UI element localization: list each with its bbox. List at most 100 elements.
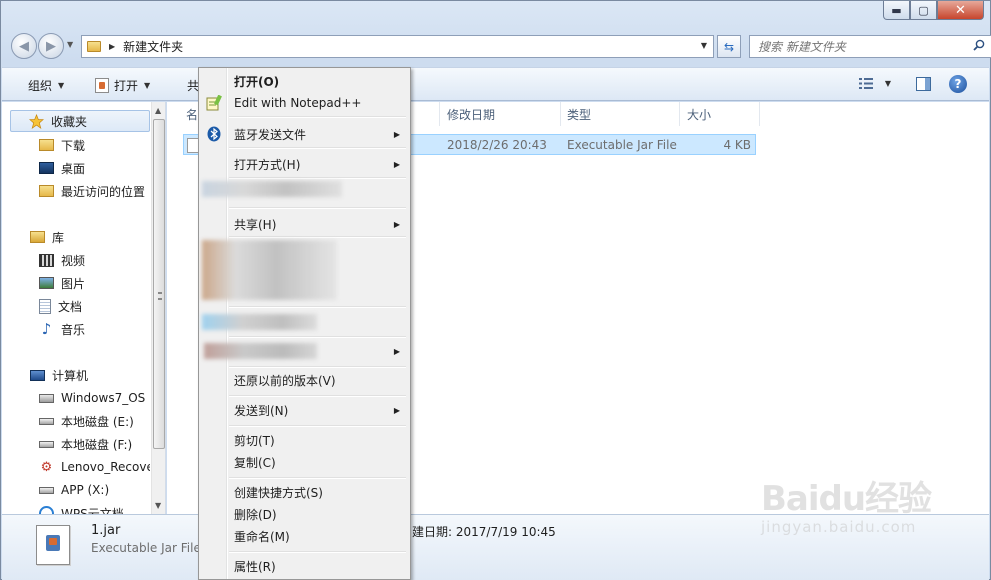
search-input[interactable]: [750, 36, 960, 57]
chevron-down-icon: ▼: [144, 81, 151, 90]
blurred-menu-items: [202, 240, 337, 300]
menu-properties-label: 属性(R): [234, 559, 276, 574]
menu-notepad-label: Edit with Notepad++: [234, 96, 362, 110]
menu-delete-label: 删除(D): [234, 507, 277, 522]
address-dropdown-icon[interactable]: ▼: [701, 41, 707, 50]
organize-button[interactable]: 组织 ▼: [28, 77, 64, 94]
nav-pictures-label: 图片: [61, 276, 86, 291]
menu-cut[interactable]: 剪切(T): [201, 429, 408, 451]
drive-icon: [39, 417, 54, 425]
nav-computer[interactable]: 计算机: [2, 364, 150, 386]
help-icon[interactable]: ?: [949, 75, 967, 93]
menu-send-to[interactable]: 发送到(N) ▶: [201, 399, 408, 421]
jar-icon: [95, 78, 109, 93]
blurred-menu-item: [202, 181, 342, 197]
view-list-icon: [858, 78, 873, 89]
menu-edit-notepad[interactable]: Edit with Notepad++: [201, 92, 408, 114]
menu-delete[interactable]: 删除(D): [201, 503, 408, 525]
drive-icon: [39, 440, 54, 448]
chevron-down-icon: ▼: [884, 79, 891, 88]
menu-open-with[interactable]: 打开方式(H) ▶: [201, 153, 408, 175]
nav-drive-recovery[interactable]: ⚙ Lenovo_Recove: [2, 456, 150, 478]
menu-share-label: 共享(H): [234, 217, 277, 232]
recent-places-icon: [39, 185, 54, 197]
navigation-pane: 收藏夹 下载 桌面 最近访问的位置 库 视频 图片 文档 ♪ 音乐 计算机 Wi…: [2, 102, 166, 514]
address-bar[interactable]: ▶ 新建文件夹 ▼: [81, 35, 714, 58]
nav-documents[interactable]: 文档: [2, 295, 150, 317]
menu-separator: [229, 551, 406, 553]
column-type[interactable]: 类型: [560, 102, 680, 126]
search-box[interactable]: [749, 35, 991, 58]
chevron-right-icon[interactable]: ▶: [109, 42, 115, 51]
column-size[interactable]: 大小: [680, 102, 760, 126]
menu-rename[interactable]: 重命名(M): [201, 525, 408, 547]
menu-separator: [229, 425, 406, 427]
menu-bluetooth-send[interactable]: 蓝牙发送文件 ▶: [201, 123, 408, 145]
menu-blurred-submenu[interactable]: ▶: [201, 340, 408, 362]
nav-libraries[interactable]: 库: [2, 226, 150, 248]
explorer-window: ▬ ▢ ✕ ◀ ▶ ▼ ▶ 新建文件夹 ▼ ⇆ 组织▼ 打开▼ 共 ▼ ?: [0, 0, 991, 580]
menu-separator: [229, 366, 406, 368]
nav-wps-cloud[interactable]: WPS云文档: [2, 502, 150, 514]
menu-separator: [229, 236, 406, 238]
maximize-icon: ▢: [918, 3, 929, 17]
menu-copy[interactable]: 复制(C): [201, 451, 408, 473]
nav-drive-f[interactable]: 本地磁盘 (F:): [2, 433, 150, 455]
nav-drive-c[interactable]: Windows7_OS (: [2, 387, 150, 409]
search-icon[interactable]: [973, 39, 985, 51]
watermark-logo: Baidu经验: [761, 479, 932, 519]
scroll-down-icon[interactable]: ▼: [155, 501, 161, 510]
menu-separator: [229, 395, 406, 397]
open-button[interactable]: 打开 ▼: [95, 77, 150, 94]
breadcrumb-folder[interactable]: 新建文件夹: [123, 38, 183, 55]
details-created-date: 建日期: 2017/7/19 10:45: [412, 525, 556, 539]
nav-videos[interactable]: 视频: [2, 249, 150, 271]
forward-button[interactable]: ▶: [38, 33, 64, 59]
nav-recent-places[interactable]: 最近访问的位置: [2, 180, 150, 202]
nav-desktop-label: 桌面: [61, 161, 86, 176]
menu-separator: [229, 147, 406, 149]
nav-pictures[interactable]: 图片: [2, 272, 150, 294]
menu-open[interactable]: 打开(O): [201, 70, 408, 92]
nav-drive-e[interactable]: 本地磁盘 (E:): [2, 410, 150, 432]
nav-music[interactable]: ♪ 音乐: [2, 318, 150, 340]
close-button[interactable]: ✕: [937, 1, 984, 20]
column-type-label: 类型: [567, 107, 592, 122]
nav-scrollbar[interactable]: ▲ ▼: [151, 102, 165, 514]
menu-restore-versions[interactable]: 还原以前的版本(V): [201, 369, 408, 391]
scroll-up-icon[interactable]: ▲: [155, 106, 161, 115]
recovery-drive-icon: ⚙: [40, 459, 53, 475]
nav-drive-label: 本地磁盘 (E:): [61, 414, 134, 429]
menu-restore-label: 还原以前的版本(V): [234, 373, 336, 388]
menu-open-with-label: 打开方式(H): [234, 157, 301, 172]
refresh-button[interactable]: ⇆: [717, 35, 741, 58]
scroll-thumb[interactable]: [153, 119, 165, 449]
address-row: ◀ ▶ ▼ ▶ 新建文件夹 ▼ ⇆: [9, 31, 991, 59]
preview-pane-button[interactable]: [916, 77, 931, 91]
star-icon: [29, 113, 44, 129]
nav-drive-x[interactable]: APP (X:): [2, 479, 150, 501]
close-icon: ✕: [955, 2, 966, 18]
submenu-arrow-icon: ▶: [393, 129, 400, 139]
view-options-button[interactable]: ▼: [858, 78, 891, 89]
details-file-name: 1.jar: [91, 523, 121, 538]
maximize-button[interactable]: ▢: [910, 1, 937, 20]
nav-recent-label: 最近访问的位置: [61, 184, 146, 199]
notepad-plus-icon: [206, 95, 222, 111]
menu-properties[interactable]: 属性(R): [201, 555, 408, 577]
menu-share[interactable]: 共享(H) ▶: [201, 213, 408, 235]
column-date-modified[interactable]: 修改日期: [439, 102, 561, 126]
menu-create-shortcut[interactable]: 创建快捷方式(S): [201, 481, 408, 503]
back-button[interactable]: ◀: [11, 33, 37, 59]
minimize-button[interactable]: ▬: [883, 1, 910, 20]
nav-drive-label: Lenovo_Recove: [61, 460, 150, 474]
menu-separator: [229, 207, 406, 209]
nav-documents-label: 文档: [58, 299, 83, 314]
menu-bluetooth-label: 蓝牙发送文件: [234, 127, 307, 142]
nav-desktop[interactable]: 桌面: [2, 157, 150, 179]
recent-pages-dropdown[interactable]: ▼: [67, 40, 73, 49]
nav-favorites[interactable]: 收藏夹: [10, 110, 150, 132]
nav-downloads[interactable]: 下载: [2, 134, 150, 156]
computer-icon: [30, 369, 45, 381]
nav-drive-label: 本地磁盘 (F:): [61, 437, 133, 452]
